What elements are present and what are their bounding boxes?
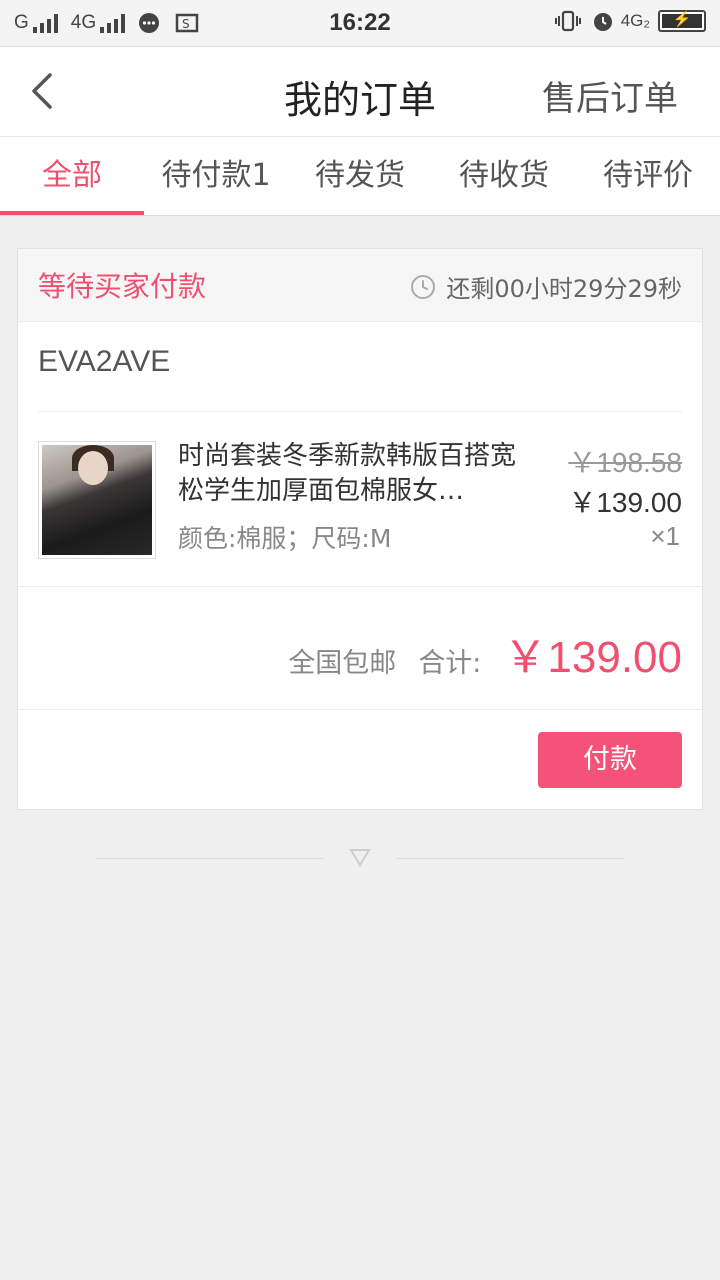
order-card[interactable]: 等待买家付款 还剩00小时29分29秒 EVA2AVE 时尚套装冬季新款韩版百搭… (17, 248, 703, 810)
item-quantity: ×1 (650, 521, 680, 551)
order-status: 等待买家付款 (38, 270, 207, 303)
status-icons: 4G₂ ⚡ (554, 9, 706, 33)
shop-name[interactable]: EVA2AVE (38, 345, 170, 379)
product-thumbnail[interactable] (38, 441, 156, 559)
order-total-row: 全国包邮 合计: ￥139.00 (288, 621, 682, 685)
item-price: ￥139.00 (568, 487, 682, 518)
original-price: ￥198.58 (568, 447, 682, 478)
battery-icon: ⚡ (658, 10, 706, 32)
vibrate-icon (554, 10, 581, 32)
end-of-list-icon (349, 849, 371, 867)
order-tabs: 全部 待付款1 待发货 待收货 待评价 (0, 137, 720, 216)
nav-header: 我的订单 售后订单 (0, 47, 720, 137)
order-total: ￥139.00 (503, 633, 682, 682)
payment-countdown: 还剩00小时29分29秒 (410, 269, 682, 304)
divider (38, 411, 682, 412)
clock-icon (411, 274, 436, 299)
network-label: 4G₂ (620, 11, 650, 30)
tab-pending-review[interactable]: 待评价 (576, 137, 720, 215)
order-card-header: 等待买家付款 还剩00小时29分29秒 (18, 249, 702, 322)
end-divider-left (96, 858, 324, 859)
countdown-text: 还剩00小时29分29秒 (446, 275, 682, 303)
end-divider-right (396, 858, 624, 859)
product-spec: 颜色:棉服；尺码:M (178, 524, 392, 553)
status-bar: G 4G S 16:22 4G₂ ⚡ (0, 0, 720, 47)
tab-pending-shipment[interactable]: 待发货 (288, 137, 432, 215)
alarm-icon (593, 13, 612, 31)
tab-pending-receipt[interactable]: 待收货 (432, 137, 576, 215)
divider (18, 586, 702, 587)
aftersale-orders-link[interactable]: 售后订单 (542, 71, 678, 120)
shipping-info: 全国包邮 (288, 648, 397, 679)
product-name[interactable]: 时尚套装冬季新款韩版百搭宽松学生加厚面包棉服女… (178, 439, 528, 509)
tab-all[interactable]: 全部 (0, 137, 144, 215)
pay-button[interactable]: 付款 (538, 732, 682, 788)
divider (18, 709, 702, 710)
total-label: 合计: (418, 648, 482, 679)
tab-pending-payment[interactable]: 待付款1 (144, 137, 288, 215)
